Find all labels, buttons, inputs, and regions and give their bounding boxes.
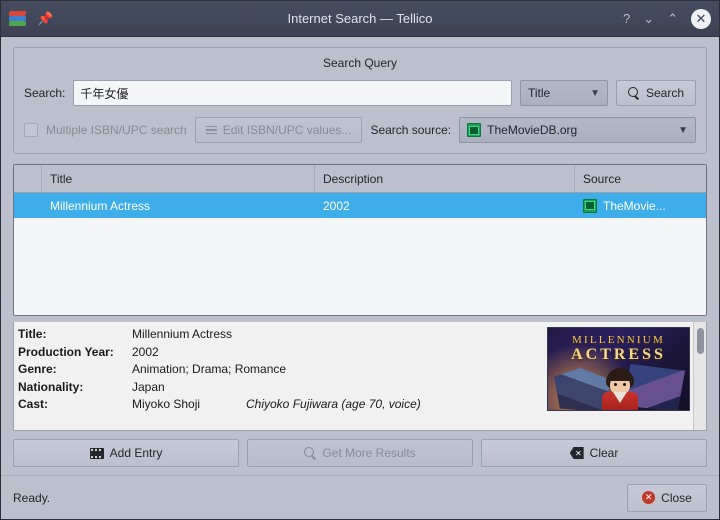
column-header-blank[interactable] [14, 165, 42, 192]
minimize-icon[interactable]: ⌄ [643, 12, 654, 25]
search-source-value: TheMovieDB.org [487, 123, 577, 137]
row-source: TheMovie... [575, 193, 706, 218]
close-icon[interactable]: ✕ [691, 9, 711, 29]
close-circle-icon: ✕ [642, 491, 655, 504]
column-header-description[interactable]: Description [315, 165, 575, 192]
results-header: Title Description Source [14, 165, 706, 193]
search-input[interactable] [73, 80, 512, 106]
tmdb-icon [583, 199, 597, 213]
pin-icon[interactable]: 📌 [37, 12, 51, 26]
close-button[interactable]: ✕ Close [627, 484, 707, 512]
help-icon[interactable]: ? [623, 12, 630, 25]
search-query-title: Search Query [24, 56, 696, 70]
table-row[interactable]: Millennium Actress 2002 TheMovie... [14, 193, 706, 218]
search-label: Search: [24, 86, 65, 100]
status-text: Ready. [13, 491, 50, 505]
detail-value-production-year: 2002 [132, 344, 547, 362]
add-entry-button[interactable]: Add Entry [13, 439, 239, 467]
column-header-title[interactable]: Title [42, 165, 315, 192]
isbn-source-row: Multiple ISBN/UPC search Edit ISBN/UPC v… [24, 117, 696, 143]
search-button[interactable]: Search [616, 80, 696, 106]
detail-value-nationality: Japan [132, 379, 547, 397]
maximize-icon[interactable]: ⌃ [667, 12, 678, 25]
detail-label-cast: Cast: [18, 396, 132, 414]
edit-isbn-values-label: Edit ISBN/UPC values... [223, 123, 352, 137]
search-field-combo[interactable]: Title ▼ [520, 80, 608, 106]
detail-fields: Title: Millennium Actress Production Yea… [14, 322, 547, 430]
detail-label-production-year: Production Year: [18, 344, 132, 362]
search-row: Search: Title ▼ Search [24, 80, 696, 106]
title-bar: 📌 Internet Search — Tellico ? ⌄ ⌃ ✕ [1, 1, 719, 37]
detail-value-title: Millennium Actress [132, 326, 547, 344]
poster-container: MILLENNIUM ACTRESS [547, 327, 690, 411]
row-indicator [14, 193, 42, 218]
search-source-label: Search source: [370, 123, 451, 137]
list-icon [206, 126, 217, 135]
detail-field-genre: Genre: Animation; Drama; Romance [18, 361, 547, 379]
cast-member-name: Miyoko Shoji [132, 396, 246, 414]
status-bar: Ready. ✕ Close [1, 475, 719, 519]
row-source-label: TheMovie... [603, 199, 666, 213]
results-table[interactable]: Title Description Source Millennium Actr… [13, 164, 707, 316]
get-more-results-label: Get More Results [322, 446, 415, 460]
detail-field-cast: Cast: Miyoko Shoji Chiyoko Fujiwara (age… [18, 396, 547, 414]
detail-field-title: Title: Millennium Actress [18, 326, 547, 344]
close-button-label: Close [661, 491, 692, 505]
detail-scrollbar[interactable] [693, 322, 706, 430]
search-icon [628, 87, 640, 99]
detail-label-title: Title: [18, 326, 132, 344]
row-title: Millennium Actress [42, 193, 315, 218]
detail-field-nationality: Nationality: Japan [18, 379, 547, 397]
edit-isbn-values-button[interactable]: Edit ISBN/UPC values... [195, 117, 363, 143]
clear-x-icon: ✕ [570, 447, 584, 459]
search-field-combo-value: Title [528, 86, 550, 100]
window-title: Internet Search — Tellico [1, 1, 719, 36]
title-bar-left: 📌 [9, 10, 51, 28]
multiple-isbn-label: Multiple ISBN/UPC search [46, 123, 187, 137]
chevron-down-icon: ▼ [678, 125, 688, 136]
multiple-isbn-checkbox[interactable] [24, 123, 38, 137]
clear-button[interactable]: ✕ Clear [481, 439, 707, 467]
window-controls: ? ⌄ ⌃ ✕ [623, 9, 711, 29]
film-strip-icon [90, 448, 104, 459]
search-icon [304, 447, 316, 459]
search-button-label: Search [646, 86, 684, 100]
tellico-books-icon [9, 10, 27, 28]
internet-search-dialog: 📌 Internet Search — Tellico ? ⌄ ⌃ ✕ Sear… [0, 0, 720, 520]
movie-poster-image: MILLENNIUM ACTRESS [547, 327, 690, 411]
cast-member-role: Chiyoko Fujiwara (age 70, voice) [246, 396, 421, 414]
chevron-down-icon: ▼ [590, 88, 600, 99]
column-header-source[interactable]: Source [575, 165, 706, 192]
detail-value-cast: Miyoko Shoji Chiyoko Fujiwara (age 70, v… [132, 396, 547, 414]
detail-value-genre: Animation; Drama; Romance [132, 361, 547, 379]
poster-character [602, 368, 638, 410]
clear-label: Clear [590, 446, 619, 460]
results-body: Millennium Actress 2002 TheMovie... [14, 193, 706, 315]
poster-title-line1: MILLENNIUM [548, 334, 689, 346]
get-more-results-button[interactable]: Get More Results [247, 439, 473, 467]
detail-scrollbar-thumb[interactable] [697, 328, 704, 354]
entry-detail-pane: Title: Millennium Actress Production Yea… [13, 322, 707, 431]
search-query-group: Search Query Search: Title ▼ Search Mult… [13, 47, 707, 154]
add-entry-label: Add Entry [110, 446, 163, 460]
tmdb-icon [467, 123, 481, 137]
search-source-combo[interactable]: TheMovieDB.org ▼ [459, 117, 696, 143]
detail-field-production-year: Production Year: 2002 [18, 344, 547, 362]
poster-title-line2: ACTRESS [548, 346, 689, 364]
detail-label-genre: Genre: [18, 361, 132, 379]
dialog-body: Search Query Search: Title ▼ Search Mult… [1, 37, 719, 475]
action-buttons: Add Entry Get More Results ✕ Clear [13, 431, 707, 475]
row-description: 2002 [315, 193, 575, 218]
detail-label-nationality: Nationality: [18, 379, 132, 397]
